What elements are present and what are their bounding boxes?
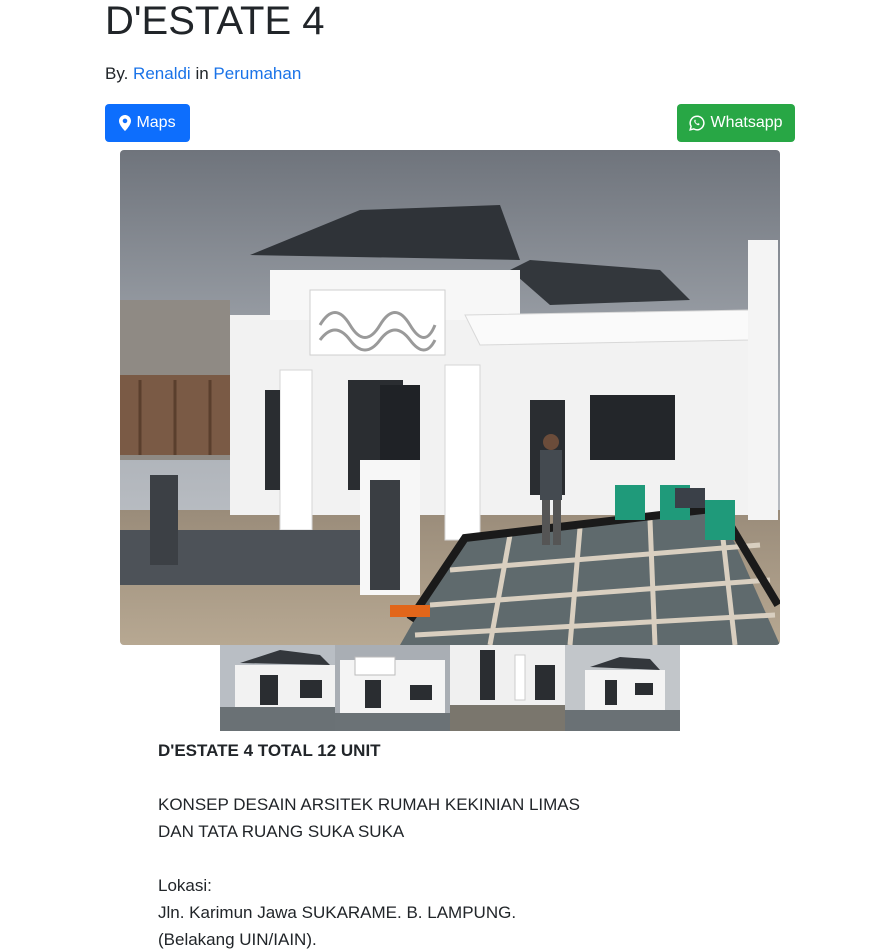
maps-label: Maps <box>136 114 176 131</box>
thumbnail-2[interactable] <box>335 645 450 731</box>
location-line-2: (Belakang UIN/IAIN). <box>158 930 317 949</box>
category-link[interactable]: Perumahan <box>213 64 301 83</box>
whatsapp-icon <box>689 115 706 131</box>
thumbnail-4[interactable] <box>565 645 680 731</box>
concept-line-2: DAN TATA RUANG SUKA SUKA <box>158 822 405 841</box>
author-link[interactable]: Renaldi <box>133 64 191 83</box>
concept-line-1: KONSEP DESAIN ARSITEK RUMAH KEKINIAN LIM… <box>158 795 580 814</box>
page-title: D'ESTATE 4 <box>105 0 325 43</box>
whatsapp-label: Whatsapp <box>710 114 783 131</box>
maps-button[interactable]: Maps <box>105 104 190 142</box>
post-page: D'ESTATE 4 By. Renaldi in Perumahan Maps… <box>0 0 896 950</box>
thumbnail-3[interactable] <box>450 645 565 731</box>
post-description: D'ESTATE 4 TOTAL 12 UNIT KONSEP DESAIN A… <box>158 737 778 950</box>
map-marker-icon <box>119 115 132 131</box>
by-prefix: By. <box>105 64 129 83</box>
description-heading: D'ESTATE 4 TOTAL 12 UNIT <box>158 741 381 760</box>
thumbnail-1[interactable] <box>220 645 335 731</box>
location-label: Lokasi: <box>158 876 212 895</box>
main-house-photo[interactable] <box>120 150 780 645</box>
location-line-1: Jln. Karimun Jawa SUKARAME. B. LAMPUNG. <box>158 903 517 922</box>
whatsapp-button[interactable]: Whatsapp <box>677 104 795 142</box>
in-word: in <box>195 64 209 83</box>
thumbnail-strip <box>220 645 680 731</box>
byline: By. Renaldi in Perumahan <box>105 63 301 85</box>
